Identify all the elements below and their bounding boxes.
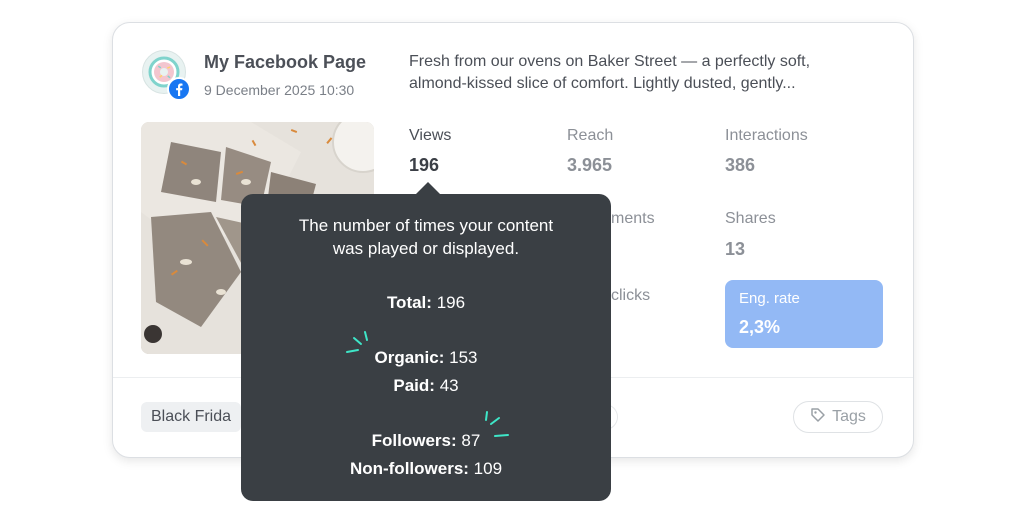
metric-label-interactions[interactable]: Interactions xyxy=(725,127,808,145)
tooltip-arrow xyxy=(416,182,440,194)
metric-value-reach: 3.965 xyxy=(567,155,613,175)
tag-icon xyxy=(810,407,826,428)
sparkle-icon xyxy=(485,411,509,437)
tags-button-label: Tags xyxy=(832,408,866,425)
metric-label-clicks[interactable]: clicks xyxy=(611,287,650,305)
tooltip-organic-label: Organic: xyxy=(374,348,445,367)
post-text-line: almond-kissed slice of comfort. Lightly … xyxy=(409,75,796,92)
metric-value-views: 196 xyxy=(409,155,440,175)
page-name[interactable]: My Facebook Page xyxy=(204,52,366,73)
tooltip-description-line: The number of times your content xyxy=(298,216,554,235)
tooltip-non-followers-row: Non-followers: 109 xyxy=(241,458,611,480)
metric-label-views[interactable]: Views xyxy=(409,127,451,145)
tooltip-total-value: 196 xyxy=(436,293,466,312)
metric-label-comments[interactable]: ments xyxy=(611,210,655,228)
tooltip-followers-value: 87 xyxy=(461,431,481,450)
metric-value-interactions: 386 xyxy=(725,155,756,175)
engagement-rate-card[interactable]: Eng. rate 2,3% xyxy=(725,280,883,348)
tooltip-description: The number of times your content was pla… xyxy=(261,214,591,260)
engagement-rate-value: 2,3% xyxy=(739,317,781,337)
sparkle-icon xyxy=(346,331,368,353)
tooltip-paid-label: Paid: xyxy=(393,376,435,395)
tooltip-paid-value: 43 xyxy=(439,376,459,395)
post-text-line: Fresh from our ovens on Baker Street — a… xyxy=(409,53,811,70)
tooltip-paid-row: Paid: 43 xyxy=(241,375,611,397)
tags-button[interactable]: Tags xyxy=(793,401,883,433)
tooltip-organic-value: 153 xyxy=(449,348,478,367)
stage: My Facebook Page 9 December 2025 10:30 F… xyxy=(0,0,1024,525)
tooltip-organic-row: Organic: 153 xyxy=(241,347,611,369)
post-text[interactable]: Fresh from our ovens on Baker Street — a… xyxy=(409,51,879,95)
tooltip-non-followers-label: Non-followers: xyxy=(349,459,469,478)
tooltip-description-line: was played or displayed. xyxy=(332,239,520,258)
tooltip-followers-row: Followers: 87 xyxy=(241,430,611,452)
metric-label-reach[interactable]: Reach xyxy=(567,127,613,145)
engagement-rate-label: Eng. rate xyxy=(739,290,800,307)
metric-value-shares: 13 xyxy=(725,239,746,259)
facebook-icon xyxy=(167,77,191,101)
tag-chip[interactable]: Black Frida xyxy=(141,402,242,432)
tooltip-non-followers-value: 109 xyxy=(473,459,503,478)
post-date: 9 December 2025 10:30 xyxy=(204,82,355,98)
metric-label-shares[interactable]: Shares xyxy=(725,210,776,228)
tooltip-total-row: Total: 196 xyxy=(241,292,611,314)
page-avatar[interactable] xyxy=(142,50,191,101)
tooltip-followers-label: Followers: xyxy=(371,431,457,450)
tooltip-total-label: Total: xyxy=(386,293,432,312)
views-tooltip: The number of times your content was pla… xyxy=(241,182,611,501)
